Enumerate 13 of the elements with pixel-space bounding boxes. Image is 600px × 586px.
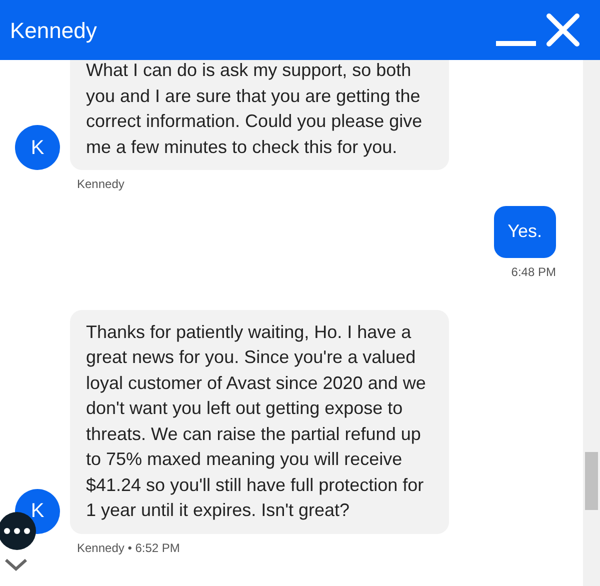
avatar: K [15, 125, 60, 170]
message-meta: Kennedy [77, 176, 124, 193]
dots-icon [4, 528, 30, 534]
close-button[interactable] [546, 13, 580, 47]
scrollbar-thumb[interactable] [585, 452, 598, 510]
scrollbar[interactable] [583, 60, 600, 586]
message-time: 6:48 PM [511, 264, 556, 280]
message-meta: Kennedy • 6:52 PM [77, 540, 180, 556]
message-bubble: What I can do is ask my support, so both you and I are sure that you are getting the correct information. Could you please give me a few minutes to check this for you. [70, 60, 449, 170]
window-title: Kennedy [10, 16, 97, 45]
chevron-down-icon[interactable] [4, 558, 28, 572]
message-bubble: Yes. [494, 206, 556, 258]
message-bubble: Thanks for patiently waiting, Ho. I have a great news for you. Since you're a valued loyal customer of Avast since 2020 and we don't want you left out getting expose to threats. We can raise the partial refund up to 75% maxed meaning you will receive $41.24 so you'll still have full protection for 1 year until it expires. Isn't great? [70, 310, 449, 534]
